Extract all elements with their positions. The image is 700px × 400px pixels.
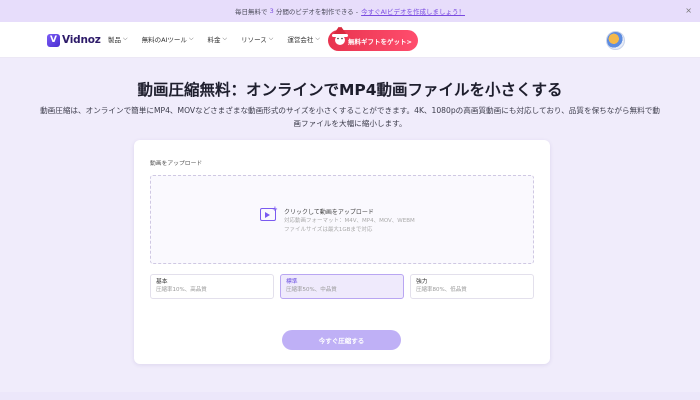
free-gift-label: 無料ギフトをゲット> — [348, 37, 412, 46]
user-avatar[interactable] — [606, 31, 625, 50]
chevron-down-icon: ⌵ — [222, 35, 228, 42]
menu-item-label: 運営会社 — [287, 36, 314, 44]
upload-section-label: 動画をアップロード — [150, 161, 203, 167]
vidnoz-logo[interactable]: V Vidnoz — [47, 32, 101, 48]
logo-mark-icon: V — [47, 33, 60, 47]
compressor-card: 動画をアップロード + クリックして動画をアップロード 対応動画フォーマット：M… — [134, 140, 550, 364]
menu-item-label: 無料のAIツール — [141, 36, 187, 44]
chevron-down-icon: ⌵ — [123, 35, 128, 42]
menu-item-label: リソース — [241, 36, 267, 44]
option-name: 基本 — [156, 279, 168, 285]
chevron-down-icon: ⌵ — [188, 35, 194, 42]
compression-options: 基本 圧縮率10%、高品質 標準 圧縮率50%、中品質 強力 圧縮率80%、低品… — [150, 274, 534, 299]
main-menu: 製品 ⌵ 無料のAIツール ⌵ 料金 ⌵ リソース ⌵ 運営会社 ⌵ — [108, 34, 334, 44]
top-navbar: V Vidnoz 製品 ⌵ 無料のAIツール ⌵ 料金 ⌵ リソース ⌵ 運営会社 ⌵ 無… — [0, 22, 700, 58]
menu-item-label: 料金 — [207, 36, 221, 44]
banner-text-b: 分間 — [275, 8, 289, 16]
menu-item-free-ai-tools[interactable]: 無料のAIツール ⌵ — [142, 34, 194, 44]
chevron-down-icon: ⌵ — [268, 35, 274, 42]
page-title: 動画圧縮無料：オンラインでMP4動画ファイルを小さくする — [137, 81, 563, 99]
plus-icon: + — [272, 205, 278, 213]
chevron-down-icon: ⌵ — [315, 35, 320, 42]
menu-item-products[interactable]: 製品 ⌵ — [108, 34, 128, 44]
option-desc: 圧縮率10%、高品質 — [156, 287, 207, 293]
upload-dropzone[interactable]: + クリックして動画をアップロード 対応動画フォーマット：M4V、MP4、MOV… — [150, 175, 534, 264]
banner-text-c: のビデオを制作できる - — [288, 8, 359, 16]
compress-now-button[interactable]: 今すぐ圧縮する — [282, 330, 401, 350]
page-bottom-strip — [0, 392, 700, 400]
option-standard[interactable]: 標準 圧縮率50%、中品質 — [280, 274, 404, 299]
menu-item-company[interactable]: 運営会社 ⌵ — [287, 34, 320, 44]
option-desc: 圧縮率50%、中品質 — [286, 287, 337, 293]
upload-prompt: クリックして動画をアップロード — [284, 209, 374, 216]
supported-formats: 対応動画フォーマット：M4V、MP4、MOV、WEBM — [284, 218, 415, 224]
option-basic[interactable]: 基本 圧縮率10%、高品質 — [150, 274, 274, 299]
option-name: 強力 — [416, 279, 428, 285]
banner-text-a: 毎日無料で — [235, 8, 268, 16]
menu-item-label: 製品 — [108, 36, 121, 44]
option-desc: 圧縮率80%、低品質 — [416, 287, 467, 293]
option-strong[interactable]: 強力 圧縮率80%、低品質 — [410, 274, 534, 299]
size-limit: ファイルサイズは最大1GBまで対応 — [284, 227, 373, 233]
page-subtitle: 動画圧縮は、オンラインで簡単にMP4、MOVなどさまざまな動画形式のサイズを小さ… — [40, 106, 660, 128]
banner-create-link[interactable]: 今すぐAIビデオを作成しましょう！ — [361, 6, 465, 16]
close-icon[interactable]: × — [685, 6, 692, 15]
announcement-banner: 毎日無料で 3 分間 のビデオを制作できる - 今すぐAIビデオを作成しましょう… — [0, 0, 700, 22]
santa-icon — [332, 24, 348, 45]
menu-item-pricing[interactable]: 料金 ⌵ — [208, 34, 228, 44]
logo-text: Vidnoz — [62, 34, 101, 46]
option-name: 標準 — [286, 279, 298, 285]
menu-item-resources[interactable]: リソース ⌵ — [241, 34, 273, 44]
